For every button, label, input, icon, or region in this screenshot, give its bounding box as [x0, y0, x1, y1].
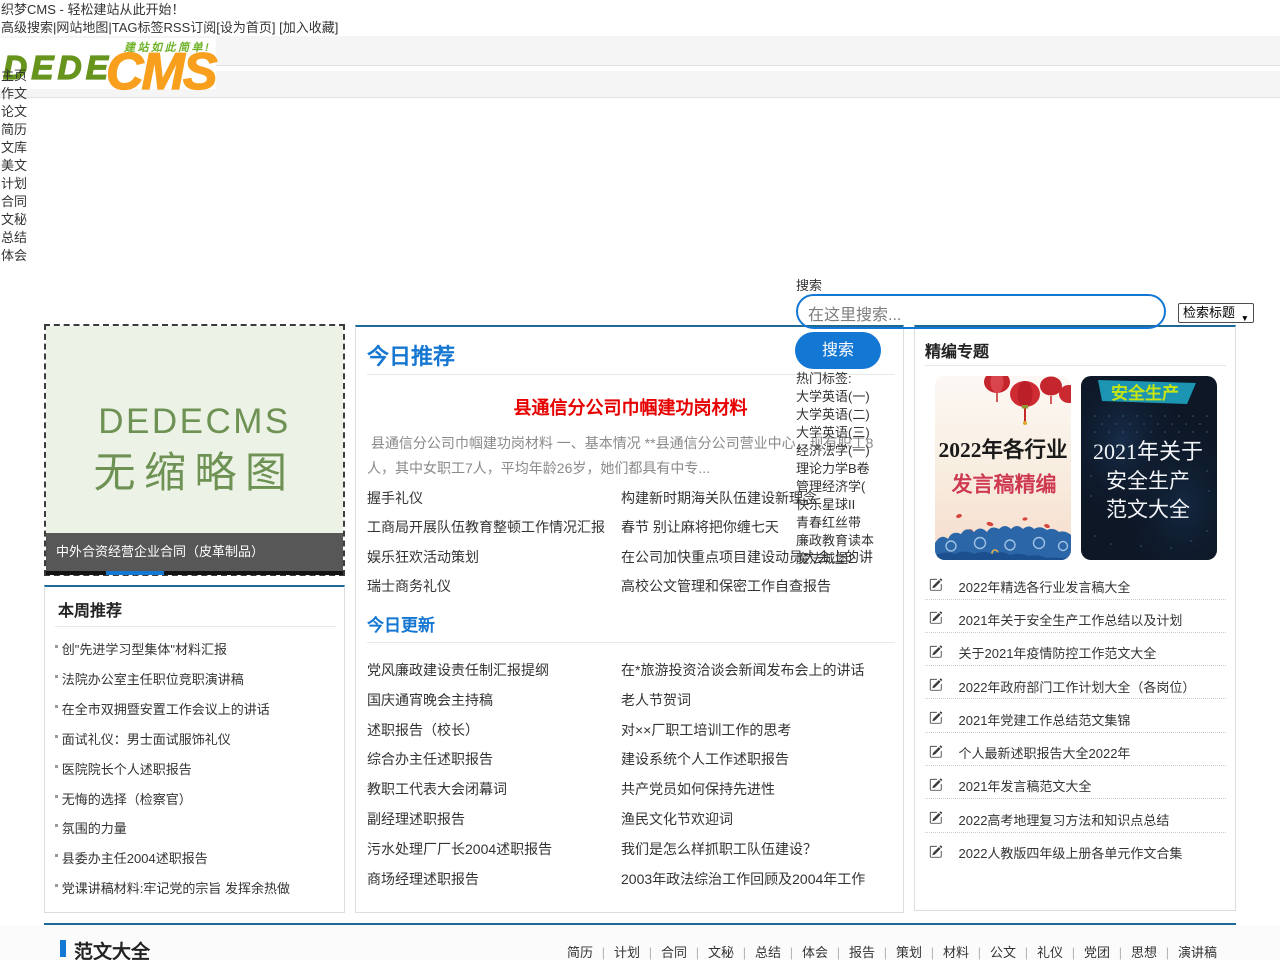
svg-text:2021年关于: 2021年关于: [1093, 439, 1203, 464]
svg-text:安全生产: 安全生产: [1111, 383, 1179, 403]
svg-text:发言稿精编: 发言稿精编: [951, 473, 1057, 497]
svg-text:范文大全: 范文大全: [1106, 498, 1190, 522]
svg-text:安全生产: 安全生产: [1106, 469, 1190, 493]
svg-text:2022年各行业: 2022年各行业: [938, 437, 1067, 462]
